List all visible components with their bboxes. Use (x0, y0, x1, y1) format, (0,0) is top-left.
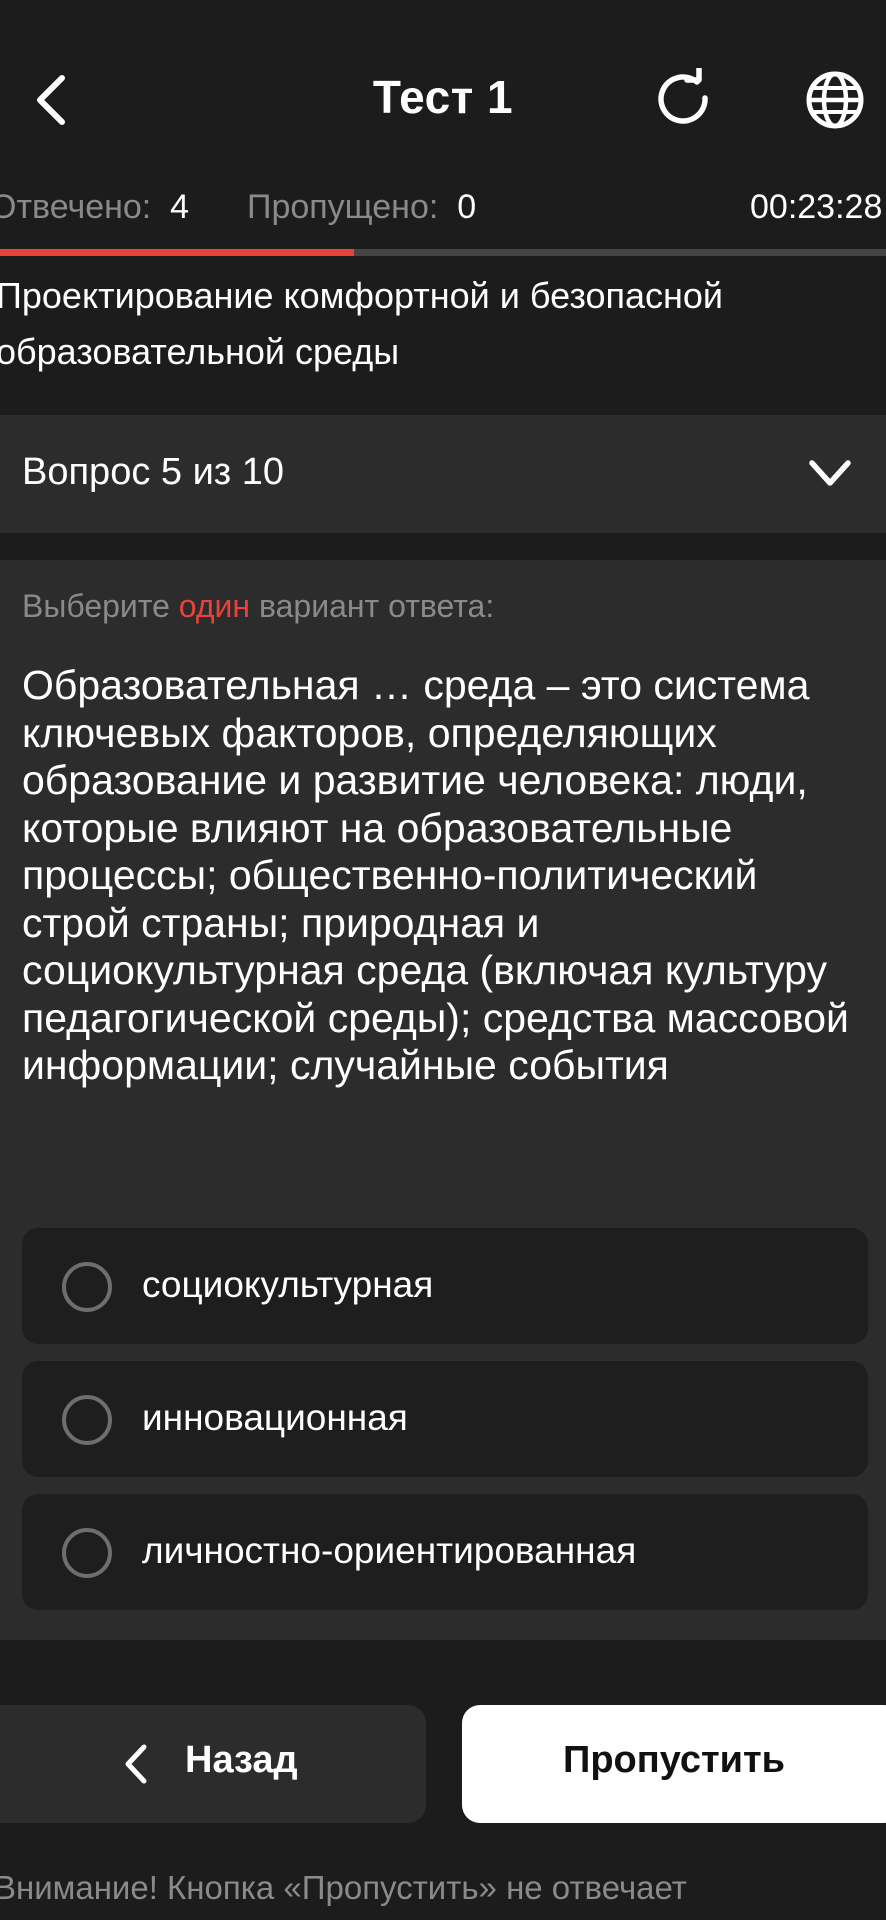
option-label: личностно-ориентированная (142, 1530, 637, 1571)
previous-button-label: Назад (185, 1739, 298, 1781)
skipped-label: Пропущено: (247, 188, 439, 226)
previous-question-button[interactable]: Назад (0, 1705, 426, 1823)
progress-fill (0, 249, 355, 256)
progress-bar (0, 249, 886, 256)
header-bar: Тест 1 (0, 40, 886, 160)
chevron-left-icon (125, 1744, 147, 1784)
answered-label: Отвечено: (0, 188, 152, 226)
question-text: Образовательная … среда – это система кл… (22, 662, 849, 1088)
skip-button[interactable]: Пропустить (462, 1705, 886, 1823)
instruction-suffix: вариант ответа: (258, 588, 495, 624)
chevron-down-icon (809, 460, 851, 486)
answer-option[interactable]: личностно-ориентированная (22, 1494, 868, 1610)
question-counter: Вопрос 5 из 10 (22, 451, 285, 493)
radio-button[interactable] (62, 1528, 112, 1578)
instruction-prefix: Выберите (22, 588, 170, 624)
option-label: инновационная (142, 1397, 408, 1438)
answer-option[interactable]: социокультурная (22, 1228, 868, 1344)
answer-instruction: Выберите один вариант ответа: (22, 588, 494, 625)
language-button[interactable] (800, 65, 870, 135)
page-title: Тест 1 (372, 71, 514, 123)
globe-icon (806, 71, 864, 129)
stats-row: Отвечено: 4 Пропущено: 0 00:23:28 (0, 188, 886, 232)
refresh-button[interactable] (650, 65, 720, 135)
answer-option[interactable]: инновационная (22, 1361, 868, 1477)
timer: 00:23:28 (750, 188, 883, 226)
topic-title: Проектирование комфортной и безопасной о… (0, 275, 723, 372)
skip-button-label: Пропустить (563, 1739, 785, 1781)
option-label: социокультурная (142, 1264, 434, 1305)
answered-count: 4 (170, 188, 190, 226)
question-card: Выберите один вариант ответа: Образовате… (0, 560, 886, 1640)
radio-button[interactable] (62, 1395, 112, 1445)
refresh-icon (658, 68, 708, 124)
question-selector[interactable]: Вопрос 5 из 10 (0, 415, 886, 533)
skipped-count: 0 (457, 188, 477, 226)
radio-button[interactable] (62, 1262, 112, 1312)
instruction-accent: один (178, 588, 251, 624)
skipped-stat: Пропущено: 0 (247, 188, 476, 227)
answered-stat: Отвечено: 4 (0, 188, 189, 227)
skip-warning: Внимание! Кнопка «Пропустить» не отвечае… (0, 1869, 687, 1906)
